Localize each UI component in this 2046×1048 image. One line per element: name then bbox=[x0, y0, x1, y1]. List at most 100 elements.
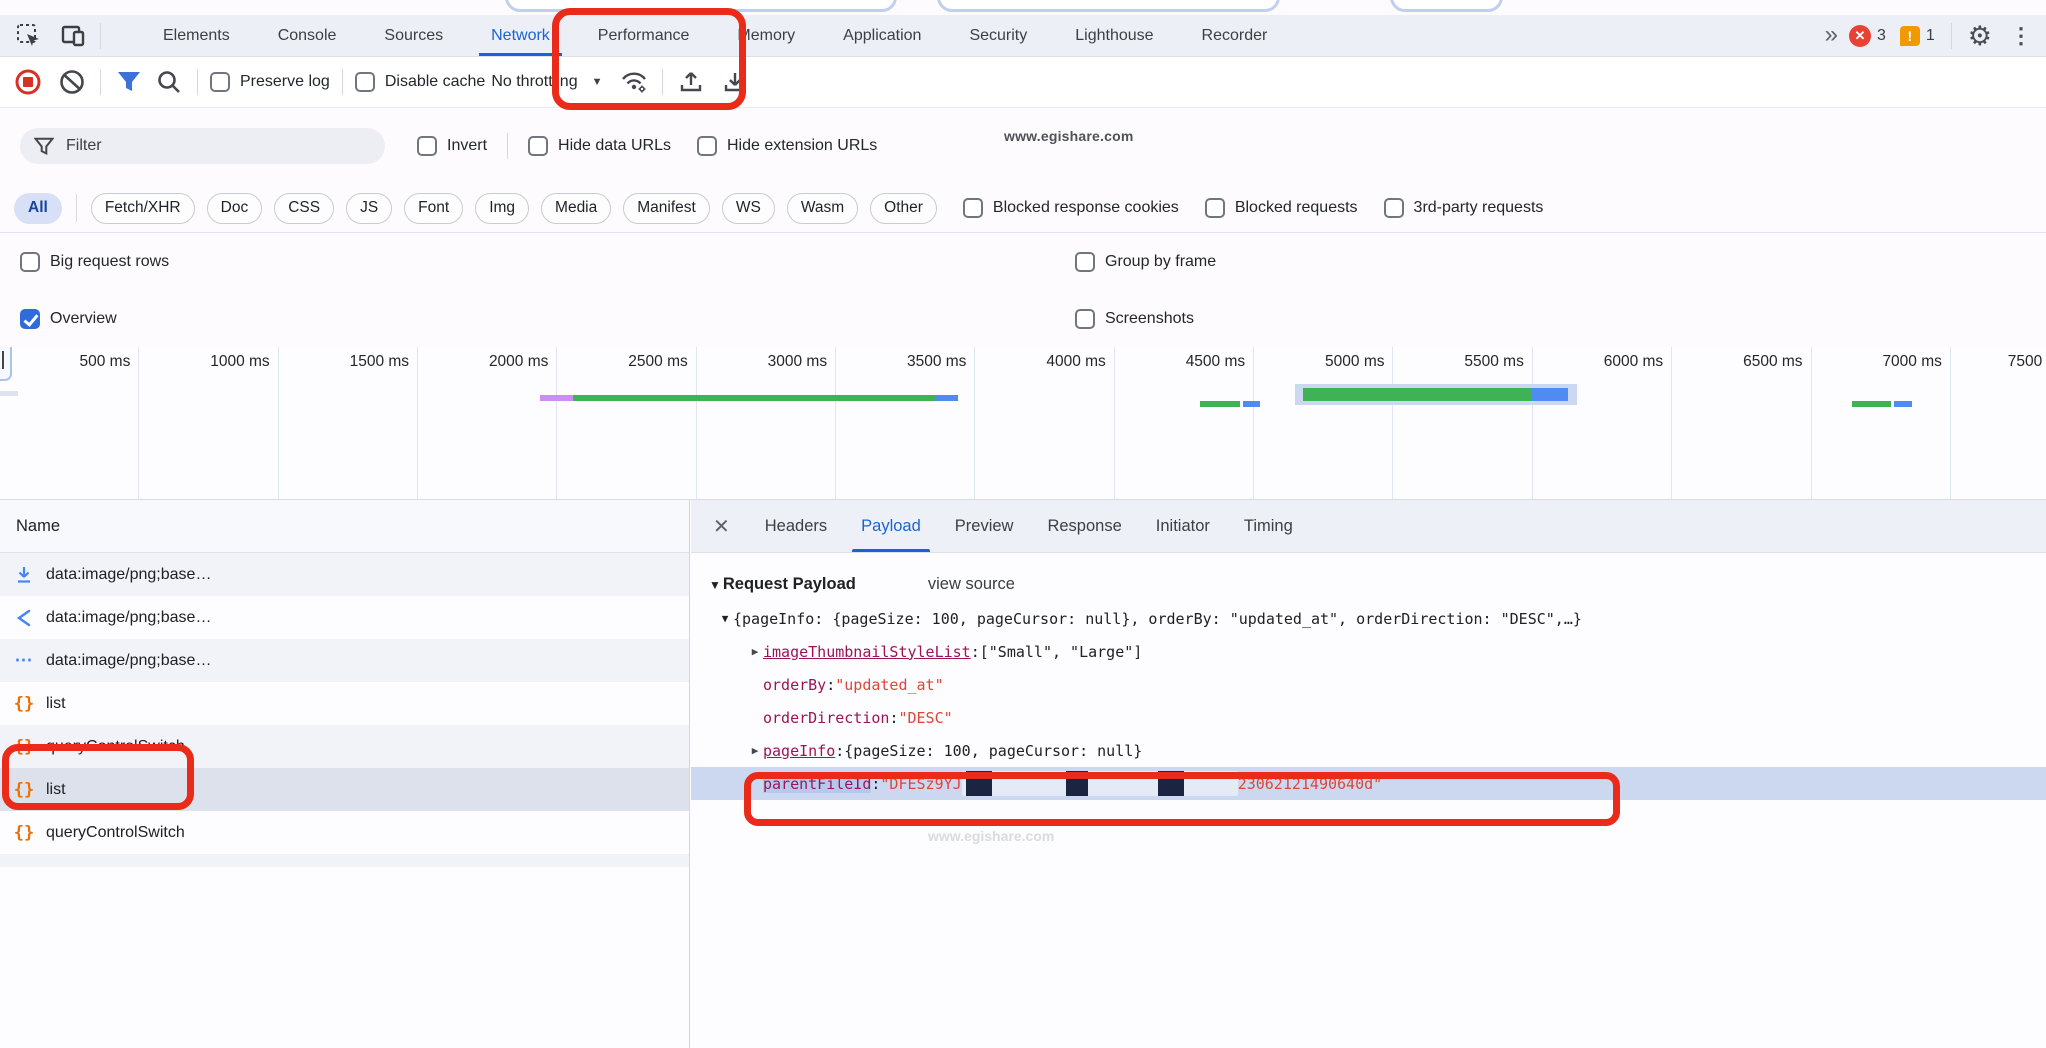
screenshots-checkbox[interactable]: Screenshots bbox=[1075, 309, 1194, 329]
throttling-select[interactable]: No throttling bbox=[491, 73, 577, 91]
payload-string-value: "updated_at" bbox=[835, 676, 943, 694]
network-conditions-icon[interactable] bbox=[618, 66, 650, 98]
payload-string-value: 23062121490640d" bbox=[1238, 775, 1383, 793]
view-source-link[interactable]: view source bbox=[928, 575, 1015, 594]
collapsed-triangle-icon[interactable]: ▶ bbox=[747, 645, 763, 658]
checkbox[interactable] bbox=[1075, 252, 1095, 272]
divider bbox=[342, 69, 343, 95]
chip-font[interactable]: Font bbox=[404, 193, 463, 224]
request-row-data-image-png-base-[interactable]: ⋯data:image/png;base… bbox=[0, 639, 689, 682]
chip-manifest[interactable]: Manifest bbox=[623, 193, 710, 224]
warning-icon: ! bbox=[1900, 26, 1920, 46]
settings-gear-icon[interactable]: ⚙ bbox=[1968, 23, 1992, 50]
chip-ws[interactable]: WS bbox=[722, 193, 775, 224]
checkbox[interactable] bbox=[210, 72, 230, 92]
invert-checkbox[interactable]: Invert bbox=[417, 136, 487, 156]
collapse-triangle-icon[interactable]: ▼ bbox=[709, 578, 721, 592]
tab-application[interactable]: Application bbox=[819, 15, 945, 56]
more-tabs-icon[interactable]: » bbox=[1825, 21, 1835, 52]
overview-checkbox[interactable]: Overview bbox=[20, 309, 117, 329]
detail-tab-payload[interactable]: Payload bbox=[844, 500, 938, 552]
checkbox[interactable] bbox=[355, 72, 375, 92]
request-row-data-image-png-base-[interactable]: data:image/png;base… bbox=[0, 553, 689, 596]
cutoff-chip bbox=[1390, 0, 1503, 12]
close-icon[interactable]: ✕ bbox=[705, 510, 738, 543]
request-row-querycontrolswitch[interactable]: {}queryControlSwitch bbox=[0, 725, 689, 768]
tab-sources[interactable]: Sources bbox=[360, 15, 467, 56]
checkbox-checked[interactable] bbox=[20, 309, 40, 329]
collapsed-triangle-icon[interactable]: ▶ bbox=[747, 744, 763, 757]
blocked-response-cookies-checkbox[interactable]: Blocked response cookies bbox=[963, 198, 1179, 218]
record-network-log-icon[interactable] bbox=[12, 66, 44, 98]
chip-fetch-xhr[interactable]: Fetch/XHR bbox=[91, 193, 195, 224]
chip-css[interactable]: CSS bbox=[274, 193, 334, 224]
search-icon[interactable] bbox=[153, 66, 185, 98]
tab-lighthouse[interactable]: Lighthouse bbox=[1051, 15, 1177, 56]
big-request-rows-checkbox[interactable]: Big request rows bbox=[20, 252, 169, 272]
watermark-ghost: www.egishare.com bbox=[928, 828, 1054, 844]
disable-cache-checkbox[interactable]: Disable cache bbox=[355, 72, 486, 92]
filter-input[interactable] bbox=[66, 137, 326, 155]
tab-network[interactable]: Network bbox=[467, 15, 574, 56]
tab-console[interactable]: Console bbox=[254, 15, 361, 56]
payload-line[interactable]: ▶imageThumbnailStyleList: ["Small", "Lar… bbox=[691, 635, 2046, 668]
payload-line-parent-file-id[interactable]: parentFileId: "DFESz9YJ23062121490640d" bbox=[691, 767, 2046, 800]
name-column-header[interactable]: Name bbox=[0, 500, 689, 553]
preserve-log-label: Preserve log bbox=[240, 73, 330, 91]
tab-security[interactable]: Security bbox=[945, 15, 1051, 56]
inspect-element-icon[interactable] bbox=[14, 21, 44, 51]
detail-tab-response[interactable]: Response bbox=[1030, 500, 1138, 552]
3rd-party-requests-checkbox[interactable]: 3rd-party requests bbox=[1384, 198, 1544, 218]
detail-tab-preview[interactable]: Preview bbox=[938, 500, 1031, 552]
checkbox[interactable] bbox=[417, 136, 437, 156]
console-warning-badge[interactable]: ! 1 bbox=[1900, 26, 1935, 46]
checkbox[interactable] bbox=[20, 252, 40, 272]
preserve-log-checkbox[interactable]: Preserve log bbox=[210, 72, 330, 92]
clear-network-log-icon[interactable] bbox=[56, 66, 88, 98]
chip-all[interactable]: All bbox=[14, 193, 62, 224]
detail-tab-headers[interactable]: Headers bbox=[748, 500, 844, 552]
request-row-list[interactable]: {}list bbox=[0, 768, 689, 811]
tab-elements[interactable]: Elements bbox=[139, 15, 254, 56]
hide-extension-urls-checkbox[interactable]: Hide extension URLs bbox=[697, 136, 877, 156]
detail-tab-initiator[interactable]: Initiator bbox=[1139, 500, 1227, 552]
filter-funnel-icon[interactable] bbox=[113, 66, 145, 98]
export-har-icon[interactable] bbox=[719, 66, 751, 98]
checkbox[interactable] bbox=[1075, 309, 1095, 329]
chip-other[interactable]: Other bbox=[870, 193, 937, 224]
checkbox[interactable] bbox=[697, 136, 717, 156]
filter-input-pill[interactable] bbox=[20, 128, 385, 164]
payload-line[interactable]: orderBy: "updated_at" bbox=[691, 668, 2046, 701]
payload-line[interactable]: ▼{pageInfo: {pageSize: 100, pageCursor: … bbox=[691, 602, 2046, 635]
console-error-badge[interactable]: ✕ 3 bbox=[1849, 25, 1886, 47]
watermark: www.egishare.com bbox=[1004, 128, 1134, 144]
checkbox[interactable] bbox=[1205, 198, 1225, 218]
dropdown-caret-icon[interactable]: ▼ bbox=[592, 76, 603, 88]
group-by-frame-checkbox[interactable]: Group by frame bbox=[1075, 252, 1216, 272]
chip-doc[interactable]: Doc bbox=[207, 193, 263, 224]
tab-performance[interactable]: Performance bbox=[574, 15, 714, 56]
payload-line[interactable]: ▶pageInfo: {pageSize: 100, pageCursor: n… bbox=[691, 734, 2046, 767]
payload-line[interactable]: orderDirection: "DESC" bbox=[691, 701, 2046, 734]
device-toolbar-icon[interactable] bbox=[58, 21, 88, 51]
blocked-requests-checkbox[interactable]: Blocked requests bbox=[1205, 198, 1358, 218]
import-har-icon[interactable] bbox=[675, 66, 707, 98]
detail-tab-timing[interactable]: Timing bbox=[1227, 500, 1310, 552]
expanded-triangle-icon[interactable]: ▼ bbox=[717, 612, 733, 625]
chip-img[interactable]: Img bbox=[475, 193, 529, 224]
tab-memory[interactable]: Memory bbox=[713, 15, 819, 56]
timeline-tick-label: 7000 ms bbox=[1882, 353, 1941, 371]
hide-data-urls-checkbox[interactable]: Hide data URLs bbox=[528, 136, 671, 156]
checkbox[interactable] bbox=[528, 136, 548, 156]
network-overview-timeline[interactable]: 500 ms1000 ms1500 ms2000 ms2500 ms3000 m… bbox=[0, 347, 2046, 500]
checkbox[interactable] bbox=[1384, 198, 1404, 218]
kebab-menu-icon[interactable]: ⋮ bbox=[2006, 23, 2036, 49]
request-row-querycontrolswitch[interactable]: {}queryControlSwitch bbox=[0, 811, 689, 854]
checkbox[interactable] bbox=[963, 198, 983, 218]
chip-media[interactable]: Media bbox=[541, 193, 611, 224]
tab-recorder[interactable]: Recorder bbox=[1178, 15, 1292, 56]
request-row-list[interactable]: {}list bbox=[0, 682, 689, 725]
chip-wasm[interactable]: Wasm bbox=[787, 193, 858, 224]
chip-js[interactable]: JS bbox=[346, 193, 392, 224]
request-row-data-image-png-base-[interactable]: data:image/png;base… bbox=[0, 596, 689, 639]
